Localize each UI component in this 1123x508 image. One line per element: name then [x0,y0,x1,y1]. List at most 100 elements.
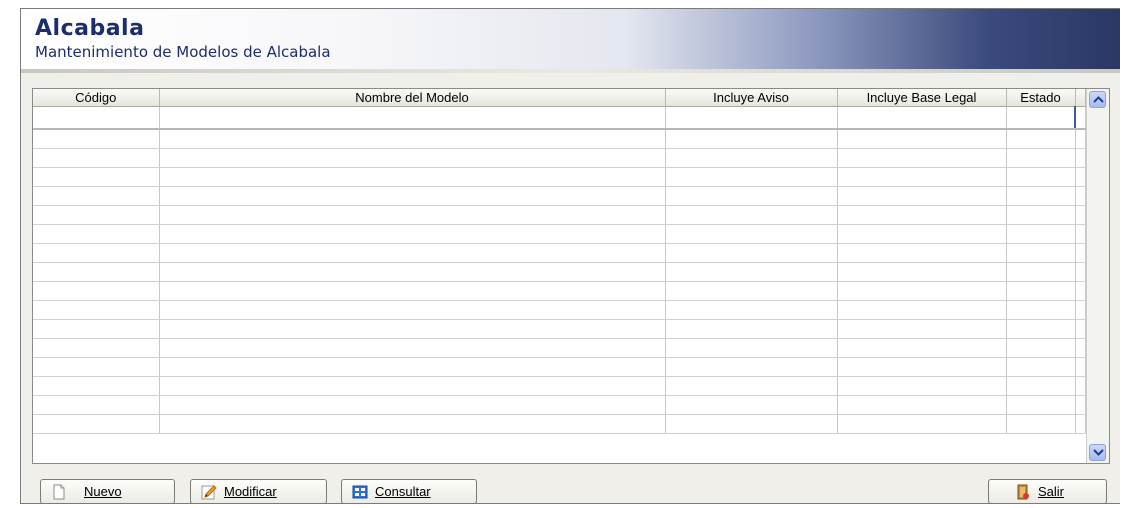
table-cell[interactable] [33,224,160,244]
table-cell[interactable] [33,148,160,168]
table-row[interactable] [33,148,1086,168]
table-cell[interactable] [33,262,160,282]
table-row[interactable] [33,262,1086,282]
table-cell[interactable] [1006,243,1076,263]
table-cell[interactable] [1006,319,1076,339]
table-row[interactable] [33,129,1086,149]
table-row[interactable] [33,376,1086,396]
table-cell[interactable] [1006,262,1076,282]
table-row[interactable] [33,281,1086,301]
table-cell[interactable] [837,129,1007,149]
table-cell[interactable] [159,243,666,263]
table-cell[interactable] [665,205,838,225]
table-cell[interactable] [1006,281,1076,301]
table-cell[interactable] [837,205,1007,225]
table-cell[interactable] [837,357,1007,377]
table-cell[interactable] [665,338,838,358]
table-cell[interactable] [665,281,838,301]
table-cell[interactable] [159,395,666,415]
table-cell[interactable] [665,300,838,320]
table-cell[interactable] [1006,357,1076,377]
table-cell[interactable] [159,129,666,149]
table-cell[interactable] [665,414,838,434]
table-cell[interactable] [159,376,666,396]
table-cell[interactable] [1006,338,1076,358]
modificar-button[interactable]: Modificar [190,479,327,503]
nuevo-button[interactable]: Nuevo [40,479,175,503]
scroll-down-button[interactable] [1089,444,1106,461]
table-cell[interactable] [837,338,1007,358]
table-cell[interactable] [159,357,666,377]
table-cell[interactable] [1006,414,1076,434]
table-cell[interactable] [33,414,160,434]
table-cell[interactable] [159,338,666,358]
table-row[interactable] [33,300,1086,320]
table-cell[interactable] [159,205,666,225]
column-header-incluye-base-legal[interactable]: Incluye Base Legal [837,89,1007,107]
table-cell[interactable] [33,205,160,225]
table-cell[interactable] [837,106,1007,130]
table-cell[interactable] [665,106,838,130]
table-row[interactable] [33,224,1086,244]
table-cell[interactable] [665,262,838,282]
table-cell[interactable] [1006,224,1076,244]
table-cell[interactable] [837,395,1007,415]
table-cell[interactable] [1006,148,1076,168]
table-cell[interactable] [159,106,666,130]
table-cell[interactable] [33,376,160,396]
table-cell[interactable] [1006,186,1076,206]
table-row[interactable] [33,338,1086,358]
table-cell[interactable] [1006,376,1076,396]
table-row[interactable] [33,186,1086,206]
table-cell[interactable] [837,148,1007,168]
table-cell[interactable] [33,395,160,415]
table-cell[interactable] [33,129,160,149]
table-cell[interactable] [33,186,160,206]
scroll-up-button[interactable] [1089,91,1106,108]
table-cell[interactable] [837,300,1007,320]
table-cell[interactable] [837,262,1007,282]
table-row[interactable] [33,243,1086,263]
table-cell[interactable] [837,167,1007,187]
table-cell[interactable] [1006,129,1076,149]
table-cell[interactable] [159,224,666,244]
table-cell[interactable] [1006,205,1076,225]
table-cell[interactable] [665,167,838,187]
table-row[interactable] [33,167,1086,187]
table-cell[interactable] [159,300,666,320]
table-cell[interactable] [159,414,666,434]
table-cell[interactable] [837,186,1007,206]
table-cell[interactable] [665,319,838,339]
table-row[interactable] [33,414,1086,434]
table-cell[interactable] [837,376,1007,396]
table-cell[interactable] [665,224,838,244]
table-cell[interactable] [33,106,160,130]
table-cell[interactable] [1006,106,1076,130]
table-cell[interactable] [837,243,1007,263]
table-cell[interactable] [159,167,666,187]
table-cell[interactable] [837,224,1007,244]
table-cell[interactable] [159,186,666,206]
consultar-button[interactable]: Consultar [341,479,477,503]
table-cell[interactable] [33,167,160,187]
table-cell[interactable] [159,319,666,339]
table-cell[interactable] [33,338,160,358]
table-cell[interactable] [159,281,666,301]
table-cell[interactable] [1006,395,1076,415]
table-cell[interactable] [159,262,666,282]
table-cell[interactable] [665,376,838,396]
table-cell[interactable] [665,148,838,168]
table-cell[interactable] [33,319,160,339]
table-cell[interactable] [665,243,838,263]
table-cell[interactable] [1006,167,1076,187]
models-grid[interactable]: Código Nombre del Modelo Incluye Aviso I… [32,88,1110,464]
column-header-estado[interactable]: Estado [1006,89,1076,107]
column-header-codigo[interactable]: Código [33,89,160,107]
table-cell[interactable] [837,319,1007,339]
table-cell[interactable] [837,414,1007,434]
table-cell[interactable] [665,186,838,206]
vertical-scrollbar[interactable] [1086,89,1109,463]
table-cell[interactable] [33,281,160,301]
column-header-nombre-modelo[interactable]: Nombre del Modelo [159,89,666,107]
salir-button[interactable]: Salir [988,479,1107,503]
